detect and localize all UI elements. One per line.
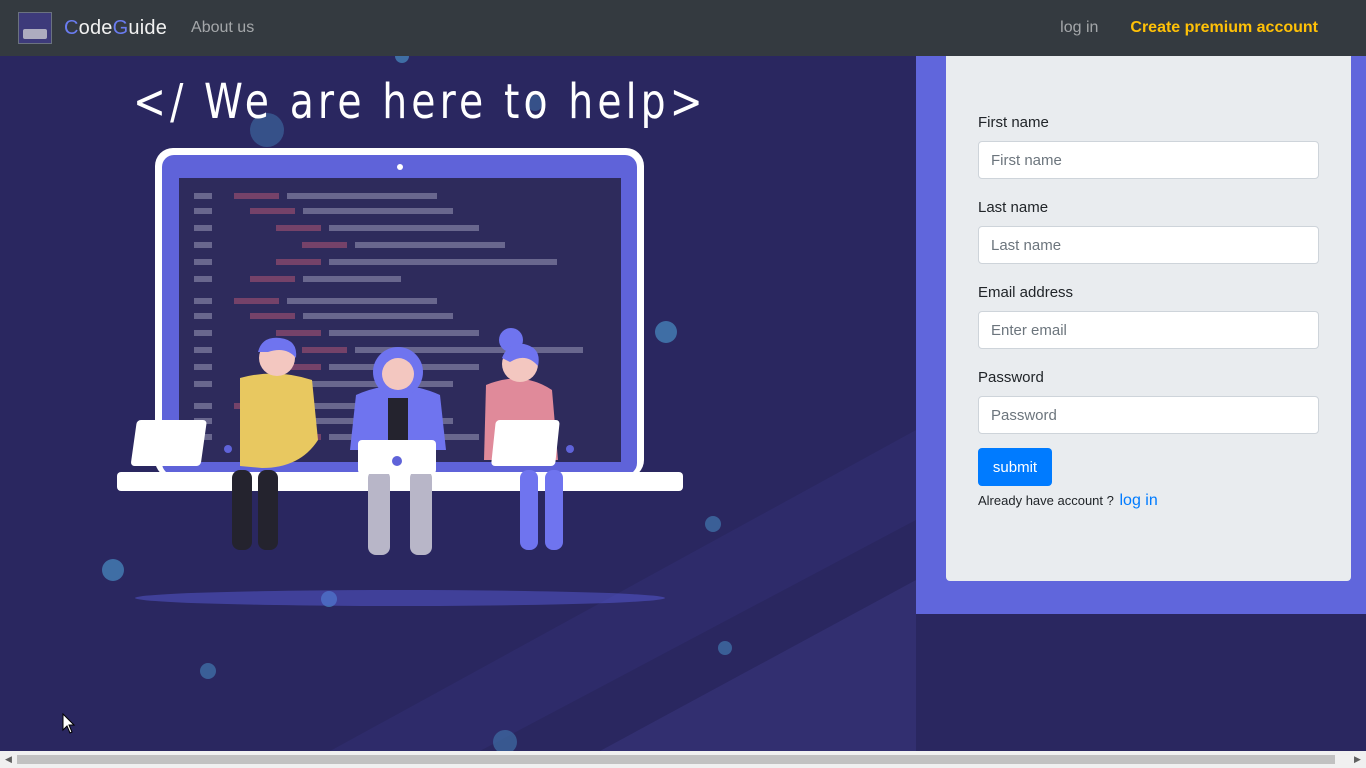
- horizontal-scrollbar[interactable]: ◀ ▶: [0, 751, 1366, 768]
- first-name-label: First name: [978, 114, 1049, 131]
- nav-login-link[interactable]: log in: [1060, 19, 1098, 37]
- signup-form: First name Last name Email address Passw…: [946, 56, 1351, 581]
- scroll-right-arrow-icon[interactable]: ▶: [1349, 751, 1366, 768]
- mouse-cursor-icon: [62, 713, 76, 734]
- hero-section: </ We are here to help>: [0, 56, 916, 751]
- brand-name: CodeGuide: [64, 16, 168, 39]
- last-name-label: Last name: [978, 199, 1049, 216]
- last-name-input[interactable]: [978, 226, 1319, 264]
- already-have-account: Already have account ? log in: [978, 492, 1319, 510]
- scroll-left-arrow-icon[interactable]: ◀: [0, 751, 17, 768]
- submit-button[interactable]: submit: [978, 448, 1052, 486]
- navbar: CodeGuide About us log in Create premium…: [0, 0, 1366, 56]
- password-group: Password: [978, 369, 1319, 434]
- email-input[interactable]: [978, 311, 1319, 349]
- nav-right-group: log in Create premium account: [1060, 19, 1348, 37]
- hero-background-illustration: [102, 56, 916, 751]
- brand-logo-icon: [18, 12, 52, 44]
- email-group: Email address: [978, 284, 1319, 349]
- scrollbar-thumb[interactable]: [17, 755, 1335, 764]
- email-label: Email address: [978, 284, 1074, 301]
- first-name-input[interactable]: [978, 141, 1319, 179]
- nav-about-link[interactable]: About us: [191, 19, 254, 37]
- hero-title: </ We are here to help>: [133, 74, 707, 130]
- create-premium-link[interactable]: Create premium account: [1130, 19, 1318, 37]
- password-input[interactable]: [978, 396, 1319, 434]
- last-name-group: Last name: [978, 199, 1319, 264]
- first-name-group: First name: [978, 114, 1319, 179]
- password-label: Password: [978, 369, 1044, 386]
- form-login-link[interactable]: log in: [1120, 492, 1158, 509]
- brand-link[interactable]: CodeGuide: [18, 12, 167, 44]
- already-have-account-text: Already have account ?: [978, 493, 1114, 508]
